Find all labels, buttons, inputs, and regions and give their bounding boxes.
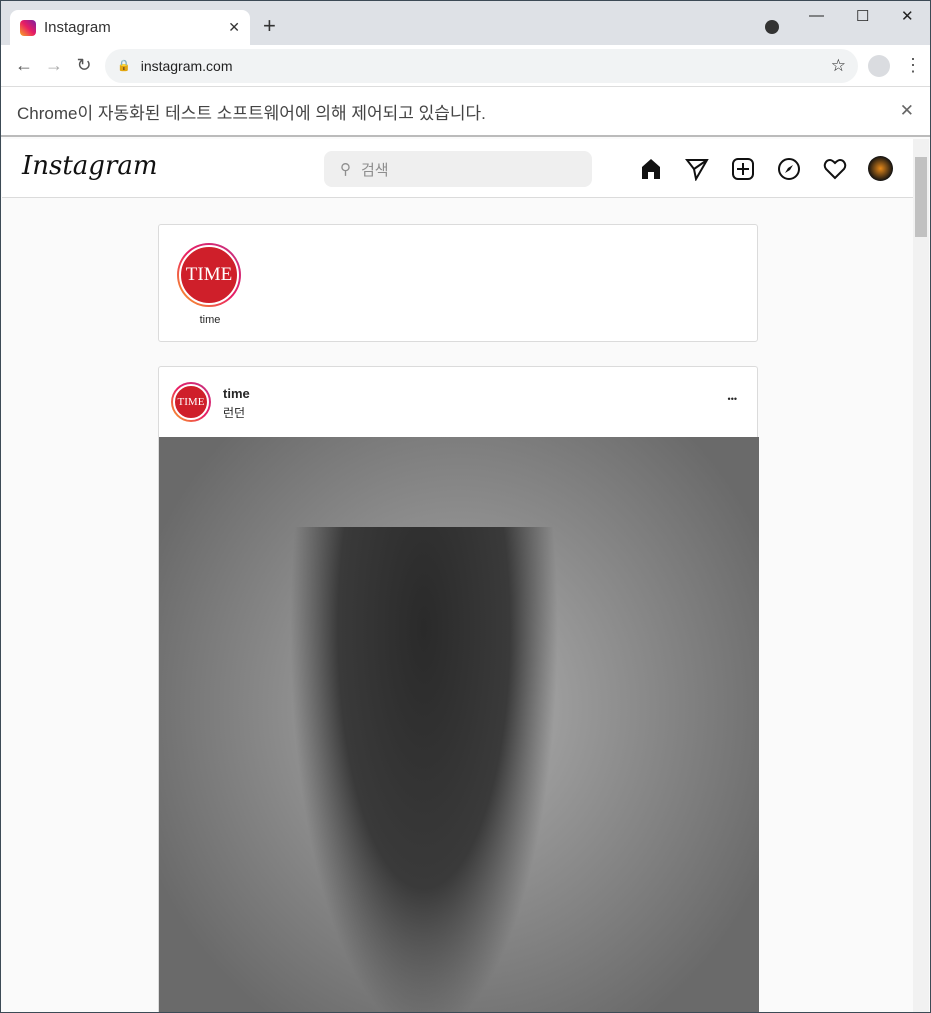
profile-icon[interactable]: [868, 54, 890, 77]
post: TIME time 런던 •••: [158, 366, 759, 1012]
menu-icon[interactable]: ⋮: [904, 55, 922, 76]
tab-instagram[interactable]: Instagram ✕: [10, 10, 250, 45]
story-avatar: TIME: [179, 245, 239, 305]
more-options-button[interactable]: •••: [728, 394, 737, 404]
url-text: instagram.com: [140, 57, 233, 74]
story-username: time: [199, 314, 221, 326]
explore-compass-icon[interactable]: [776, 156, 801, 181]
stories-tray: TIME time: [158, 224, 758, 342]
tab-title: Instagram: [44, 19, 111, 36]
post-photo[interactable]: [159, 437, 759, 1012]
new-tab-button[interactable]: +: [263, 13, 276, 39]
post-location[interactable]: 런던: [223, 404, 245, 421]
instagram-favicon-icon: [20, 19, 36, 36]
tab-search-icon[interactable]: [765, 20, 779, 34]
scrollbar[interactable]: [913, 139, 929, 1012]
forward-button[interactable]: →: [39, 55, 69, 76]
profile-avatar[interactable]: [868, 156, 893, 181]
reload-button[interactable]: ↻: [69, 55, 99, 76]
home-icon[interactable]: [638, 156, 663, 181]
infobar-close-icon[interactable]: ✕: [900, 101, 914, 121]
story-item[interactable]: TIME time: [177, 243, 243, 326]
direct-message-icon[interactable]: [684, 156, 709, 181]
new-post-icon[interactable]: [730, 156, 755, 181]
search-placeholder: 검색: [361, 161, 389, 179]
activity-heart-icon[interactable]: [822, 156, 847, 181]
tab-close-icon[interactable]: ✕: [228, 19, 240, 36]
post-avatar[interactable]: TIME: [171, 382, 211, 422]
close-window-button[interactable]: ✕: [901, 7, 914, 25]
lock-icon: 🔒: [117, 60, 131, 72]
post-avatar-logo: TIME: [173, 384, 209, 420]
search-icon: ⚲: [340, 161, 351, 178]
minimize-button[interactable]: —: [809, 7, 824, 24]
tab-bar: Instagram ✕ + — ☐ ✕: [1, 1, 930, 45]
bookmark-star-icon[interactable]: ☆: [831, 56, 846, 76]
post-username[interactable]: time: [223, 386, 250, 401]
address-bar[interactable]: 🔒 instagram.com ☆: [105, 48, 858, 83]
maximize-button[interactable]: ☐: [856, 7, 869, 25]
back-button[interactable]: ←: [9, 55, 39, 76]
search-input[interactable]: ⚲ 검색: [324, 151, 592, 187]
instagram-logo[interactable]: Instagram: [22, 151, 158, 181]
automation-infobar-text: Chrome이 자동화된 테스트 소프트웨어에 의해 제어되고 있습니다.: [17, 103, 486, 123]
